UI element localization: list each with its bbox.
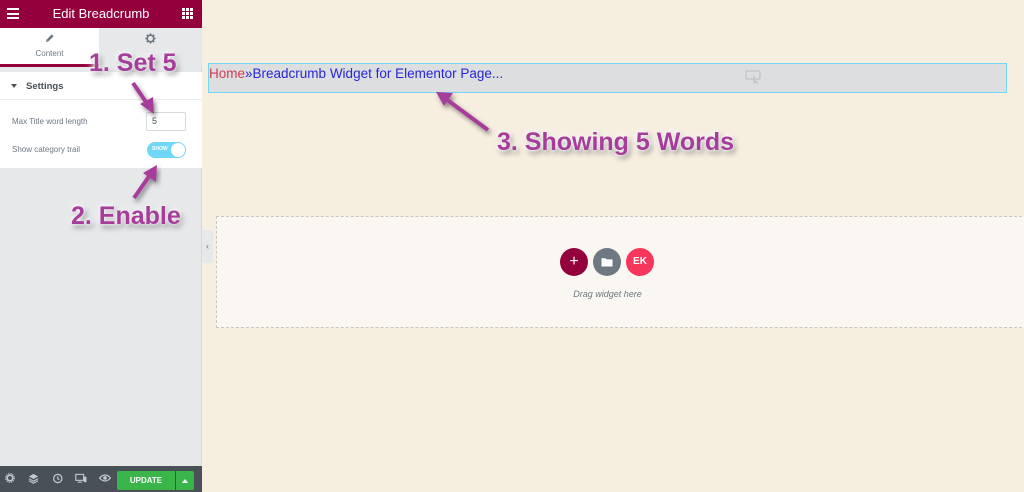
- settings-section-title: Settings: [26, 81, 64, 92]
- panel-header: Edit Breadcrumb: [0, 0, 202, 28]
- category-trail-label: Show category trail: [12, 145, 81, 154]
- tab-content[interactable]: Content: [0, 28, 99, 67]
- pencil-icon: [0, 33, 99, 46]
- breadcrumb-current: Breadcrumb Widget for Elementor Page...: [252, 66, 504, 81]
- breadcrumb: Home»Breadcrumb Widget for Elementor Pag…: [209, 66, 503, 81]
- annotation-step1: 1. Set 5: [89, 49, 177, 77]
- panel-title: Edit Breadcrumb: [52, 6, 150, 21]
- arrow-step3: [436, 92, 490, 132]
- annotation-step3: 3. Showing 5 Words: [497, 128, 735, 156]
- breadcrumb-widget[interactable]: Home»Breadcrumb Widget for Elementor Pag…: [208, 63, 1007, 93]
- elementskit-button[interactable]: EK: [626, 248, 654, 276]
- caret-down-icon: [11, 84, 17, 88]
- empty-section-dropzone[interactable]: + EK Drag widget here: [216, 216, 1024, 328]
- category-trail-toggle[interactable]: SHOW: [147, 142, 186, 158]
- max-title-label: Max Title word length: [12, 117, 88, 126]
- update-button[interactable]: UPDATE: [117, 471, 175, 490]
- edit-hand-icon: [745, 70, 763, 85]
- tab-content-label: Content: [35, 49, 64, 58]
- history-icon[interactable]: [51, 473, 63, 485]
- eye-icon[interactable]: [98, 473, 112, 485]
- add-template-button[interactable]: [593, 248, 621, 276]
- breadcrumb-home-link[interactable]: Home: [209, 66, 245, 81]
- gear-icon: [99, 33, 202, 47]
- update-options-button[interactable]: [176, 471, 194, 490]
- breadcrumb-separator: »: [245, 66, 253, 81]
- panel-collapse-handle[interactable]: ‹: [202, 230, 213, 263]
- annotation-step2: 2. Enable: [71, 202, 181, 230]
- layers-icon[interactable]: [27, 473, 39, 485]
- responsive-icon[interactable]: [75, 473, 87, 485]
- max-title-input[interactable]: 5: [146, 112, 186, 131]
- settings-icon[interactable]: [4, 473, 16, 485]
- settings-section: Settings Max Title word length 5 Show ca…: [0, 72, 202, 168]
- drop-hint: Drag widget here: [573, 289, 642, 299]
- toggle-knob: [171, 143, 185, 157]
- toggle-state-text: SHOW: [152, 146, 168, 152]
- add-section-button[interactable]: +: [560, 248, 588, 276]
- grid-icon[interactable]: [182, 8, 193, 19]
- folder-icon: [601, 254, 613, 271]
